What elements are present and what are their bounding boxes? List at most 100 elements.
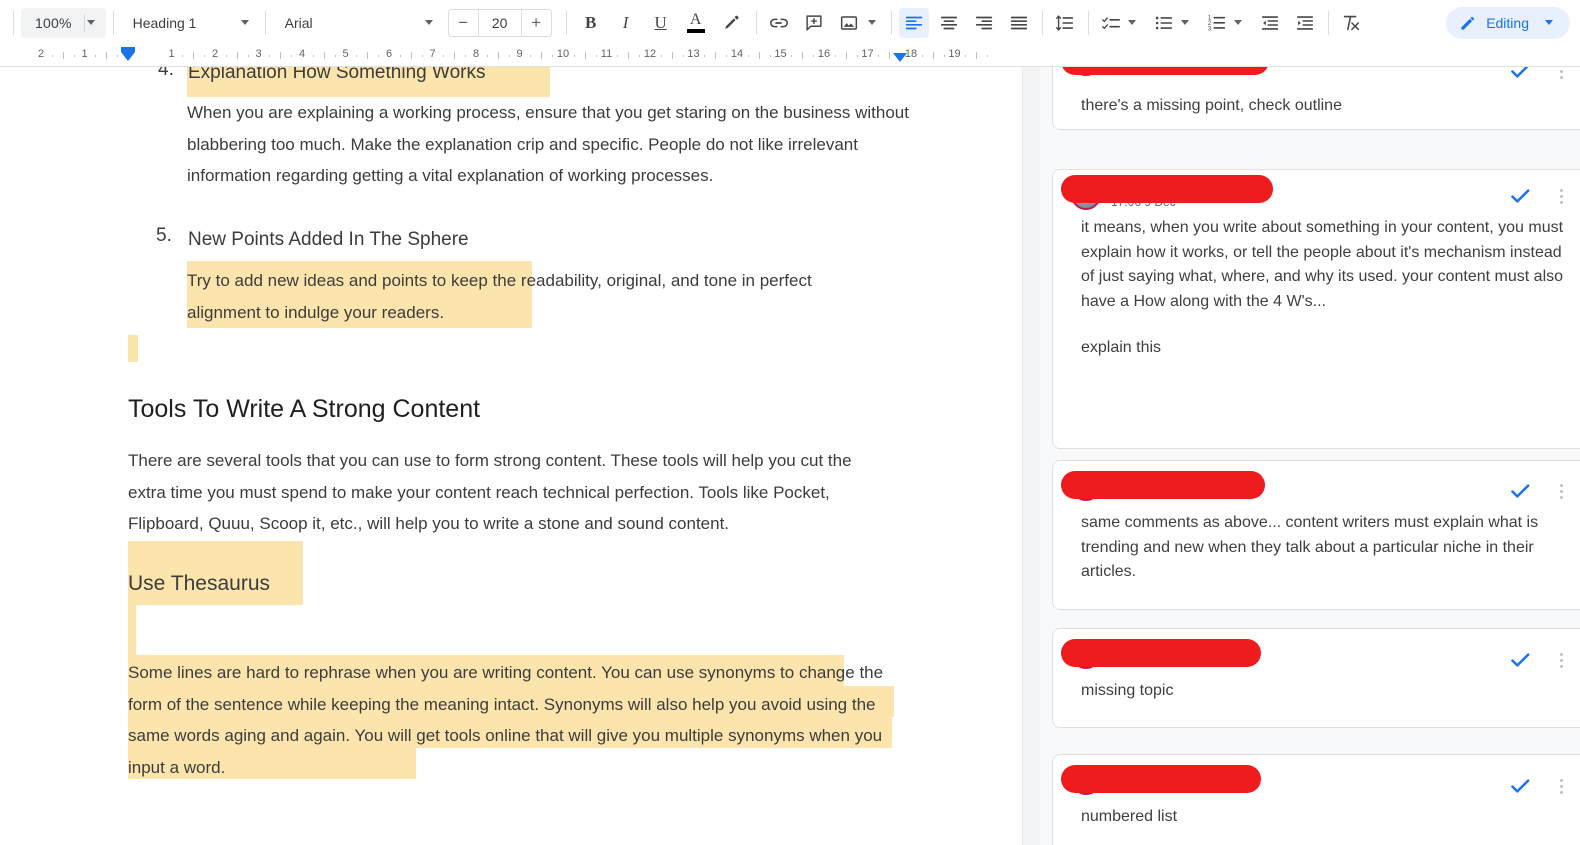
comment-header: 17:06 9 Dec [1053,170,1580,212]
ruler-tick [51,55,53,57]
ruler-tick [889,52,891,59]
resolve-check-icon[interactable] [1507,67,1533,84]
ruler-tick [421,55,423,57]
bold-button[interactable]: B [576,8,606,38]
resolve-check-icon[interactable] [1507,183,1533,209]
line-spacing-button[interactable] [1050,8,1080,38]
underline-icon: U [654,12,667,32]
ruler-tick [834,55,836,57]
align-left-button[interactable] [898,7,929,38]
list-item-heading: Explanation How Something Works [188,67,486,83]
ruler-tick [932,52,934,59]
clear-formatting-button[interactable] [1336,8,1366,38]
ruler-tick [530,55,532,57]
more-options-icon[interactable] [1551,183,1571,209]
chevron-down-icon[interactable] [1127,20,1136,25]
insert-link-icon [769,18,788,27]
highlight-color-button[interactable] [716,8,746,38]
comment-card[interactable]: 17:01 9 Dec same comments as above... co… [1052,460,1580,610]
left-indent-marker[interactable] [121,52,135,61]
more-options-icon[interactable] [1551,773,1571,799]
font-family-dropdown[interactable]: Arial [273,8,442,38]
add-comment-button[interactable] [799,8,829,38]
editing-mode-button[interactable]: Editing [1446,6,1570,39]
ruler-label: 8 [472,48,480,60]
more-options-icon[interactable] [1551,67,1571,84]
ruler-tick [921,55,923,57]
comment-card[interactable]: 17:10 9 Dec numbered list [1052,754,1580,845]
ruler-label: 12 [643,48,657,60]
svg-text:3: 3 [1207,26,1211,32]
align-right-button[interactable] [969,8,999,38]
list-number: 4. [158,67,174,80]
horizontal-ruler[interactable]: 2 1 1 2 3 4 5 6 7 8 9 10 11 12 13 14 15 16 17 18 19 [0,45,1580,67]
subheading: Use Thesaurus [128,572,271,595]
comment-card[interactable]: 17:09 9 Dec missing topic [1052,628,1580,728]
list-item-heading: New Points Added In The Sphere [188,229,469,250]
bulleted-list-button[interactable] [1149,8,1179,38]
comment-text: there's a missing point, check outline [1081,97,1342,114]
chevron-down-icon[interactable] [86,20,95,25]
increase-font-size-button[interactable]: + [521,8,552,37]
decrease-font-size-button[interactable]: − [447,8,478,37]
chevron-down-icon[interactable] [867,20,876,25]
ruler-label: 16 [817,48,831,60]
checklist-icon [1101,16,1120,29]
chevron-down-icon[interactable] [1233,20,1242,25]
ruler-tick [62,52,64,59]
ruler-tick [715,52,717,59]
comments-sidebar[interactable]: 17:01 9 Dec there's a missing point, che… [1040,67,1580,845]
chevron-down-icon[interactable] [424,20,433,25]
ruler-tick [584,52,586,59]
align-center-button[interactable] [934,8,964,38]
more-options-icon[interactable] [1551,647,1571,673]
ruler-tick [106,52,108,59]
chevron-down-icon[interactable] [240,20,249,25]
document-canvas[interactable]: 4. Explanation How Something Works When … [0,67,1040,845]
numbered-list-button[interactable]: 1 2 3 [1202,8,1232,38]
toolbar-divider [890,10,892,35]
ruler-tick [704,55,706,57]
decrease-indent-icon [1261,15,1278,30]
ruler-label: 5 [342,48,349,60]
align-justify-button[interactable] [1004,8,1034,38]
comment-card[interactable]: 17:06 9 Dec it means, when you write abo… [1052,169,1580,449]
ruler-tick [356,55,358,57]
resolve-check-icon[interactable] [1507,478,1533,504]
ruler-tick [204,55,206,57]
insert-link-button[interactable] [764,8,794,38]
comment-header: 17:01 9 Dec [1053,67,1580,79]
list-item-body: When you are explaining a working proces… [187,103,909,185]
ruler-tick [378,55,380,57]
ruler-tick [95,55,97,57]
resolve-check-icon[interactable] [1507,773,1533,799]
ruler-label: 1 [168,48,175,60]
insert-image-button[interactable] [834,8,864,38]
ruler-label: 7 [429,48,436,60]
decrease-indent-button[interactable] [1255,8,1285,38]
ruler-tick [965,55,967,57]
zoom-dropdown[interactable]: 100% [21,7,106,38]
ruler-tick [878,55,880,57]
text-color-button[interactable]: A [681,8,711,38]
font-size-stepper[interactable]: − 20 + [447,8,552,37]
ruler-tick [312,55,314,57]
line-spacing-icon [1055,14,1073,31]
chevron-down-icon[interactable] [1545,20,1553,25]
font-size-value[interactable]: 20 [477,8,522,37]
ruler-tick [247,55,249,57]
comment-card[interactable]: 17:01 9 Dec there's a missing point, che… [1052,67,1580,130]
more-options-icon[interactable] [1551,478,1571,504]
ruler-label: 10 [556,48,570,60]
document-scrollbar[interactable] [1022,67,1040,845]
redaction-bar [1061,765,1261,793]
underline-button[interactable]: U [646,8,676,38]
right-indent-marker[interactable] [893,53,907,62]
resolve-check-icon[interactable] [1507,647,1533,673]
italic-button[interactable]: I [611,8,641,38]
checklist-button[interactable] [1096,8,1126,38]
paragraph-style-dropdown[interactable]: Heading 1 [121,8,258,38]
chevron-down-icon[interactable] [1180,20,1189,25]
increase-indent-button[interactable] [1290,8,1320,38]
ruler-label: 19 [948,48,961,60]
